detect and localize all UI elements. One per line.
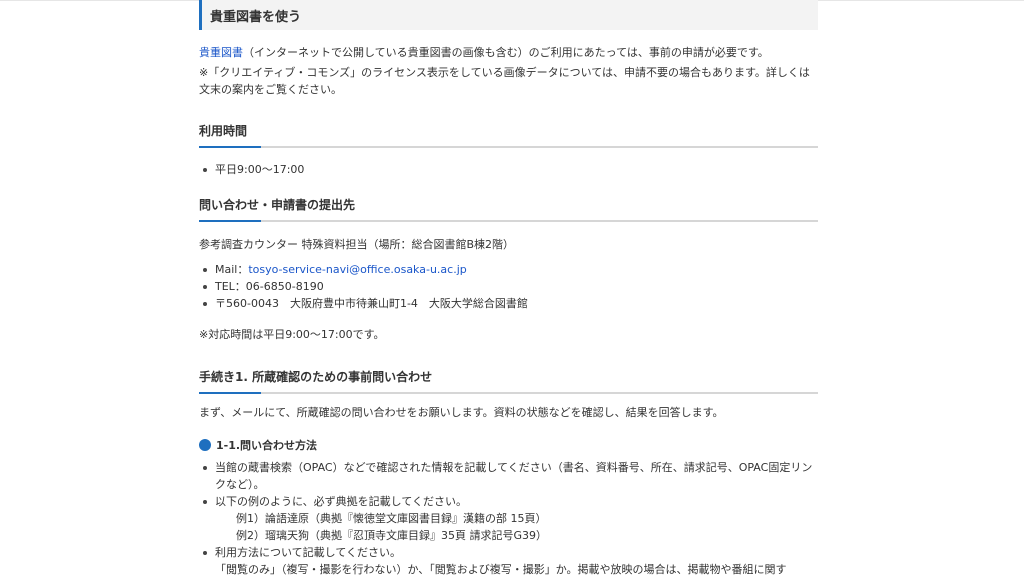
intro-note: ※「クリエイティブ・コモンズ」のライセンス表示をしている画像データについては、申… xyxy=(199,66,810,96)
example-1: 例1）論語達原（典拠『懐徳堂文庫図書目録』漢籍の部 15頁） xyxy=(236,512,547,525)
contact-heading: 問い合わせ・申請書の提出先 xyxy=(199,196,818,222)
contact-list: Mail：tosyo-service-navi@office.osaka-u.a… xyxy=(199,261,818,312)
contact-heading-text: 問い合わせ・申請書の提出先 xyxy=(199,198,356,212)
contact-note: ※対応時間は平日9:00～17:00です。 xyxy=(199,328,385,341)
step1-heading-underline xyxy=(199,392,818,394)
contact-mail-item: Mail：tosyo-service-navi@office.osaka-u.a… xyxy=(203,261,818,278)
hours-list: 平日9:00～17:00 xyxy=(199,161,818,178)
page-title-text: 貴重図書を使う xyxy=(210,9,302,25)
step1-heading: 手続き1. 所蔵確認のための事前問い合わせ xyxy=(199,368,818,394)
inquiry-item-source: 以下の例のように、必ず典拠を記載してください。 例1）論語達原（典拠『懐徳堂文庫… xyxy=(203,493,818,544)
intro-text: （インターネットで公開している貴重図書の画像も含む）のご利用にあたっては、事前の… xyxy=(243,46,769,59)
rare-books-link[interactable]: 貴重図書 xyxy=(199,46,243,59)
step1-sub-heading-text: 1-1.問い合わせ方法 xyxy=(216,439,318,452)
hours-item: 平日9:00～17:00 xyxy=(203,161,818,178)
page-title: 貴重図書を使う xyxy=(199,0,818,30)
mail-link[interactable]: tosyo-service-navi@office.osaka-u.ac.jp xyxy=(248,263,466,276)
hours-heading-underline xyxy=(199,146,818,148)
inquiry-item-usage-text: 利用方法について記載してください。 xyxy=(215,546,402,559)
inquiry-item-usage: 利用方法について記載してください。 「閲覧のみ」（複写・撮影を行わない）か、「閲… xyxy=(203,544,818,578)
example-2: 例2）瑠璃天狗（典拠『忍頂寺文庫目録』35頁 請求記号G39） xyxy=(236,529,548,542)
contact-heading-underline xyxy=(199,220,818,222)
intro-paragraph: 貴重図書（インターネットで公開している貴重図書の画像も含む）のご利用にあたっては… xyxy=(199,44,818,61)
inquiry-method-list: 当館の蔵書検索（OPAC）などで確認された情報を記載してください（書名、資料番号… xyxy=(199,459,818,578)
main-content: 貴重図書を使う 貴重図書（インターネットで公開している貴重図書の画像も含む）のご… xyxy=(199,0,818,578)
step1-heading-text: 手続き1. 所蔵確認のための事前問い合わせ xyxy=(199,370,433,384)
contact-address-item: 〒560-0043 大阪府豊中市待兼山町1-4 大阪大学総合図書館 xyxy=(203,295,818,312)
blue-circle-icon xyxy=(199,439,211,451)
inquiry-item-source-text: 以下の例のように、必ず典拠を記載してください。 xyxy=(215,495,468,508)
inquiry-item-opac: 当館の蔵書検索（OPAC）などで確認された情報を記載してください（書名、資料番号… xyxy=(203,459,818,493)
inquiry-item-usage-detail: 「閲覧のみ」（複写・撮影を行わない）か、「閲覧および複写・撮影」か。掲載や放映の… xyxy=(215,563,787,576)
contact-desk: 参考調査カウンター 特殊資料担当（場所：総合図書館B棟2階） xyxy=(199,238,515,251)
hours-heading: 利用時間 xyxy=(199,122,818,148)
step1-sub-heading: 1-1.問い合わせ方法 xyxy=(199,437,818,453)
contact-tel-item: TEL：06-6850-8190 xyxy=(203,278,818,295)
hours-heading-text: 利用時間 xyxy=(199,124,248,138)
mail-label: Mail： xyxy=(215,263,249,276)
step1-intro: まず、メールにて、所蔵確認の問い合わせをお願いします。資料の状態などを確認し、結… xyxy=(199,406,724,419)
